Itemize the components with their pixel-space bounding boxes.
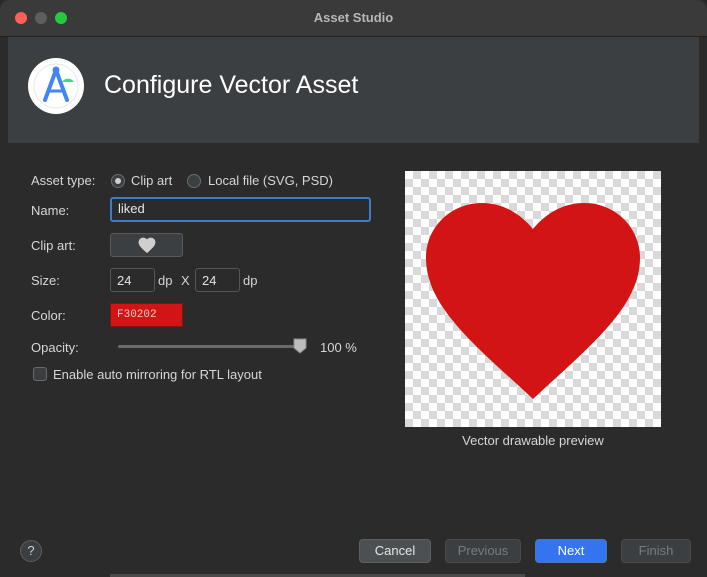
previous-button[interactable]: Previous [445,539,521,563]
name-input[interactable]: liked [110,197,371,222]
opacity-slider-thumb[interactable] [293,338,307,354]
asset-type-label: Asset type: [31,173,96,188]
clip-art-label: Clip art: [31,238,76,253]
asset-studio-window: Asset Studio Configure Vector Asset Asse… [0,0,707,577]
auto-mirroring-label[interactable]: Enable auto mirroring for RTL layout [53,367,262,382]
local-file-radio[interactable] [187,174,201,188]
size-separator: X [181,273,190,288]
size-label: Size: [31,273,60,288]
android-studio-logo-icon [28,58,84,114]
opacity-value: 100 % [320,340,357,355]
page-title: Configure Vector Asset [104,71,359,99]
width-input[interactable]: 24 [110,268,155,292]
finish-button[interactable]: Finish [621,539,691,563]
next-button[interactable]: Next [535,539,607,563]
preview-caption: Vector drawable preview [462,433,604,448]
auto-mirroring-checkbox[interactable] [33,367,47,381]
wizard-header: Configure Vector Asset [8,37,699,143]
height-unit-label: dp [243,273,258,288]
local-file-radio-label[interactable]: Local file (SVG, PSD) [208,173,333,188]
height-input[interactable]: 24 [195,268,240,292]
vector-preview [405,171,661,427]
heart-preview-icon [426,203,640,399]
opacity-label: Opacity: [31,340,79,355]
color-label: Color: [31,308,66,323]
name-label: Name: [31,203,70,218]
width-unit-label: dp [158,273,173,288]
opacity-slider-track[interactable] [118,345,300,348]
window-title: Asset Studio [313,10,394,25]
clip-art-radio[interactable] [111,174,125,188]
heart-icon [138,237,156,254]
clip-art-button[interactable] [110,233,183,257]
title-bar: Asset Studio [0,0,707,37]
color-picker-swatch[interactable]: F30202 [110,303,183,327]
clip-art-radio-label[interactable]: Clip art [131,173,172,188]
help-button[interactable]: ? [20,540,42,562]
cancel-button[interactable]: Cancel [359,539,431,563]
